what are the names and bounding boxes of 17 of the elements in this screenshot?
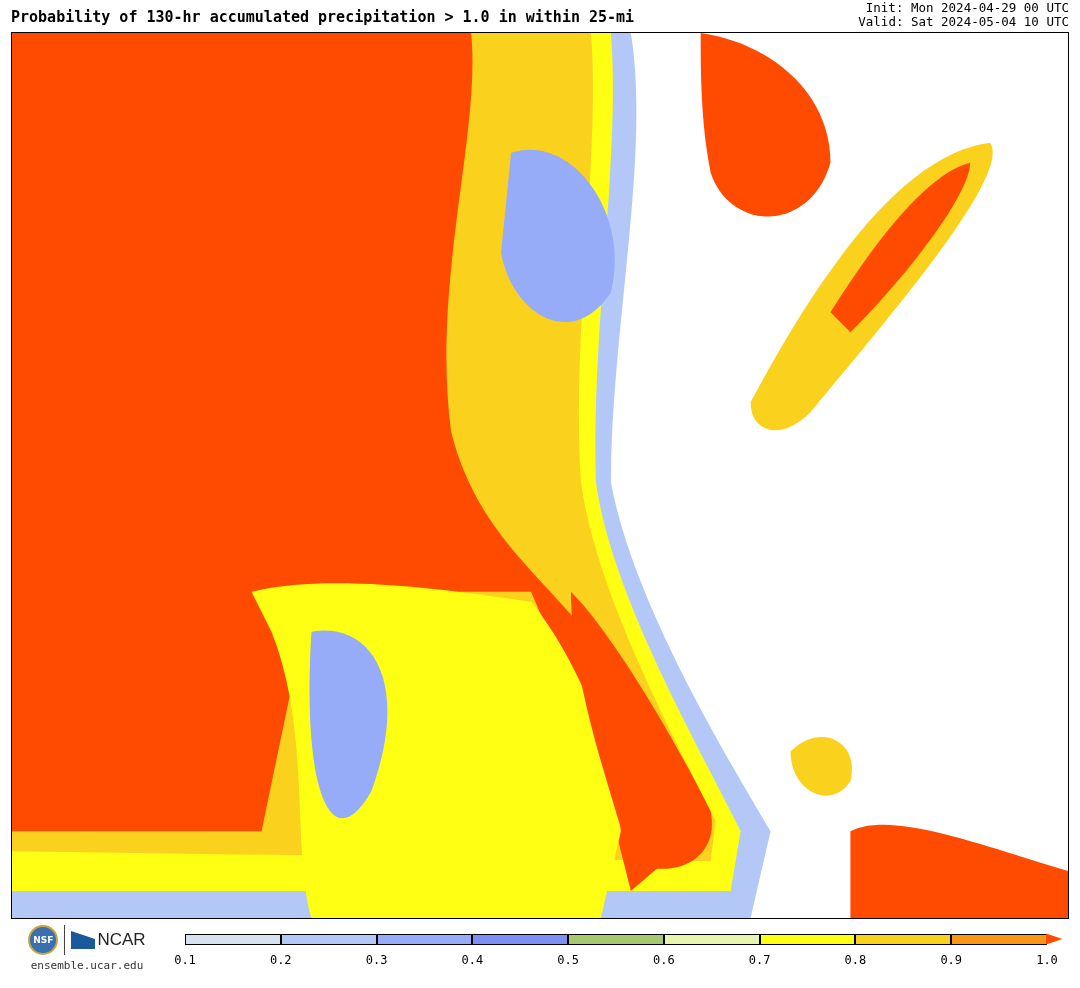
tick-label: 1.0 <box>1036 953 1058 967</box>
tick-label: 0.3 <box>365 953 388 967</box>
init-time: Init: Mon 2024-04-29 00 UTC <box>865 1 1069 15</box>
chart-title: Probability of 130-hr accumulated precipitation > 1.0 in within 25-mi <box>11 8 635 26</box>
tick-label: 0.9 <box>940 953 963 967</box>
tick-label: 0.1 <box>174 953 196 967</box>
tick-label: 0.8 <box>844 953 867 967</box>
nsf-logo: NSF <box>28 925 59 955</box>
tick-label: 0.4 <box>461 953 484 967</box>
tick-label: 0.6 <box>653 953 675 967</box>
site-url: ensemble.ucar.edu <box>30 959 144 972</box>
flag-icon <box>71 931 96 949</box>
valid-time: Valid: Sat 2024-05-04 10 UTC <box>858 15 1069 29</box>
tick-label: 0.7 <box>748 953 771 967</box>
tick-label: 0.5 <box>557 953 579 967</box>
ncar-logo: NCAR <box>97 930 146 950</box>
tick-label: 0.2 <box>269 953 292 967</box>
